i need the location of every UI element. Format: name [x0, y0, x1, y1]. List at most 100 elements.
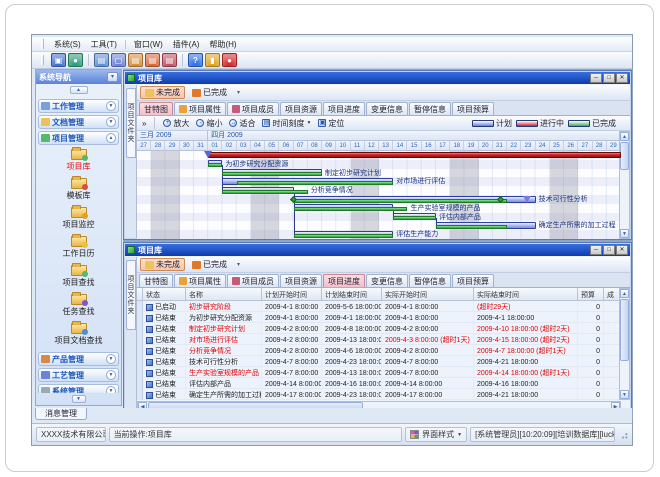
toolbar-overflow[interactable]: » [140, 119, 148, 128]
filter-overflow-icon[interactable]: ▾ [237, 261, 240, 268]
gantt-tool-时间刻度[interactable]: ▤时间刻度 ▼ [260, 118, 313, 129]
sidebar-item-模板库[interactable]: 模板库 [38, 176, 119, 205]
menu-item-3[interactable]: 插件(A) [168, 38, 205, 51]
column-header-状态[interactable]: 状态 [143, 288, 186, 301]
sidebar-scroll-down[interactable]: ▼ [36, 395, 121, 403]
interface-style-selector[interactable]: 界面样式 ▼ [405, 427, 467, 442]
table-row[interactable]: 已启动 初步研究阶段 2009-4-1 8:00:00 2009-5-6 18:… [137, 301, 622, 312]
tab-项目属性[interactable]: 项目属性 [174, 274, 226, 287]
tab-项目成员[interactable]: 项目成员 [227, 102, 279, 115]
globe-icon[interactable]: ● [68, 53, 83, 67]
gantt-tool-缩小[interactable]: -缩小 [194, 118, 224, 129]
sidebar-group-工艺管理[interactable]: 工艺管理 ▼ [38, 368, 119, 382]
form-icon-3[interactable]: ▤ [162, 53, 177, 67]
scrollbar-thumb[interactable] [620, 299, 629, 361]
minimize-button[interactable]: ─ [590, 73, 602, 83]
sidebar-group-产品管理[interactable]: 产品管理 ▼ [38, 352, 119, 366]
table-row[interactable]: 已结束 确定生产所需的加工过程 2009-4-17 8:00:00 2009-4… [137, 389, 622, 400]
table-window-titlebar[interactable]: 项目库 ─ □ ✕ [125, 244, 630, 256]
table-body[interactable]: 已启动 初步研究阶段 2009-4-1 8:00:00 2009-5-6 18:… [137, 301, 622, 400]
sidebar-scroll-up[interactable]: ▲ [36, 84, 121, 96]
table-row[interactable]: 已结束 生产实验室规模的产品 2009-4-7 8:00:00 2009-4-1… [137, 367, 622, 378]
menu-item-0[interactable]: 系统(S) [49, 38, 86, 51]
filter-overflow-icon[interactable]: ▾ [237, 89, 240, 96]
column-header-名称[interactable]: 名称 [186, 288, 262, 301]
sidebar-item-任务查找[interactable]: 任务查找 [38, 292, 119, 321]
sidebar-item-项目监控[interactable]: 项目监控 [38, 205, 119, 234]
scroll-down-arrow-icon[interactable]: ▼ [620, 229, 629, 238]
chevron-down-icon[interactable]: ▼ [106, 370, 116, 380]
column-header-实际开始时间[interactable]: 实际开始时间 [382, 288, 474, 301]
tab-项目成员[interactable]: 项目成员 [227, 274, 279, 287]
sidebar-item-项目文档查找[interactable]: 项目文档查找 [38, 321, 119, 350]
tab-甘特图[interactable]: 甘特图 [139, 102, 173, 115]
table-row[interactable]: 已结束 技术可行性分析 2009-4-7 8:00:00 2009-4-23 1… [137, 356, 622, 367]
column-header-实际结束时间[interactable]: 实际结束时间 [474, 288, 578, 301]
scroll-up-arrow-icon[interactable]: ▲ [620, 132, 629, 141]
chevron-up-icon[interactable]: ▲ [106, 133, 116, 143]
tab-项目进度[interactable]: 项目进度 [323, 274, 365, 287]
table-row[interactable]: 已结束 评估内部产品 2009-4-14 8:00:00 2009-4-16 1… [137, 378, 622, 389]
chevron-down-icon[interactable]: ▼ [106, 354, 116, 364]
column-header-计划开始时间[interactable]: 计划开始时间 [262, 288, 322, 301]
tab-项目预算[interactable]: 项目预算 [452, 102, 494, 115]
chevron-down-icon[interactable]: ▼ [106, 101, 116, 111]
project-folder-tab[interactable]: 项目文件夹 [126, 88, 136, 158]
gantt-chart[interactable]: 为初步研究分配资源制定初步研究计划对市场进行评估分析竞争情况技术可行性分析生产实… [137, 151, 621, 239]
close-button[interactable]: ✕ [616, 245, 628, 255]
gantt-tool-适合[interactable]: ↔适合 [227, 118, 257, 129]
tab-项目属性[interactable]: 项目属性 [174, 102, 226, 115]
sidebar-group-文档管理[interactable]: 文档管理 ▼ [38, 115, 119, 129]
project-folder-tab[interactable]: 项目文件夹 [126, 260, 136, 330]
menu-item-1[interactable]: 工具(T) [86, 38, 122, 51]
sidebar-item-项目库[interactable]: 项目库 [38, 147, 119, 176]
folder-icon[interactable]: ▤ [94, 53, 109, 67]
menu-item-2[interactable]: 窗口(W) [129, 38, 168, 51]
table-row[interactable]: 已结束 分析竞争情况 2009-4-2 8:00:00 2009-4-6 18:… [137, 345, 622, 356]
gantt-tool-定位[interactable]: ▣定位 [316, 118, 346, 129]
close-button[interactable]: ✕ [616, 73, 628, 83]
scrollbar-thumb[interactable] [620, 142, 629, 170]
filter-未完成-button[interactable]: 未完成 [140, 258, 185, 271]
tab-甘特图[interactable]: 甘特图 [139, 274, 173, 287]
gantt-tool-放大[interactable]: +放大 [161, 118, 191, 129]
gantt-vertical-scrollbar[interactable]: ▲ ▼ [619, 131, 630, 239]
help-icon[interactable]: ? [188, 53, 203, 67]
tab-项目资源[interactable]: 项目资源 [280, 274, 322, 287]
sidebar-group-项目管理[interactable]: 项目管理 ▲ [38, 131, 119, 145]
message-management-tab[interactable]: 消息管理 [35, 408, 87, 420]
maximize-button[interactable]: □ [603, 245, 615, 255]
menu-item-4[interactable]: 帮助(H) [204, 38, 241, 51]
column-header-预算[interactable]: 预算 [578, 288, 604, 301]
sidebar-item-工作日历[interactable]: 工作日历 [38, 234, 119, 263]
exit-icon[interactable]: ● [222, 53, 237, 67]
filter-已完成-button[interactable]: 已完成 [187, 258, 232, 271]
minimize-button[interactable]: ─ [590, 245, 602, 255]
workspace-icon[interactable]: ▣ [51, 53, 66, 67]
form-icon-1[interactable]: ▤ [128, 53, 143, 67]
table-vertical-scrollbar[interactable]: ▲ ▼ [619, 288, 630, 400]
filter-已完成-button[interactable]: 已完成 [187, 86, 232, 99]
gantt-summary-bar[interactable] [208, 152, 621, 158]
tab-暂停信息[interactable]: 暂停信息 [409, 274, 451, 287]
maximize-button[interactable]: □ [603, 73, 615, 83]
gantt-window-titlebar[interactable]: 项目库 ─ □ ✕ [125, 72, 630, 84]
table-row[interactable]: 已结束 对市场进行评估 2009-4-2 8:00:00 2009-4-13 1… [137, 334, 622, 345]
form-icon-2[interactable]: ▤ [145, 53, 160, 67]
sidebar-group-工作管理[interactable]: 工作管理 ▼ [38, 99, 119, 113]
tab-项目资源[interactable]: 项目资源 [280, 102, 322, 115]
sidebar-pin-icon[interactable]: ▾ [107, 72, 118, 82]
sidebar-group-系统管理[interactable]: 系统管理 ▼ [38, 384, 119, 393]
resize-grip[interactable] [620, 431, 628, 439]
chevron-down-icon[interactable]: ▼ [106, 117, 116, 127]
lock-icon[interactable]: ▮ [205, 53, 220, 67]
tab-项目进度[interactable]: 项目进度 [323, 102, 365, 115]
column-header-计划结束时间[interactable]: 计划结束时间 [322, 288, 382, 301]
tab-变更信息[interactable]: 变更信息 [366, 102, 408, 115]
scroll-up-arrow-icon[interactable]: ▲ [620, 289, 629, 298]
table-row[interactable]: 已结束 为初步研究分配资源 2009-4-1 8:00:00 2009-4-1 … [137, 312, 622, 323]
scroll-down-arrow-icon[interactable]: ▼ [620, 390, 629, 399]
filter-未完成-button[interactable]: 未完成 [140, 86, 185, 99]
table-row[interactable]: 已结束 制定初步研究计划 2009-4-2 8:00:00 2009-4-8 1… [137, 323, 622, 334]
sidebar-item-项目查找[interactable]: 项目查找 [38, 263, 119, 292]
